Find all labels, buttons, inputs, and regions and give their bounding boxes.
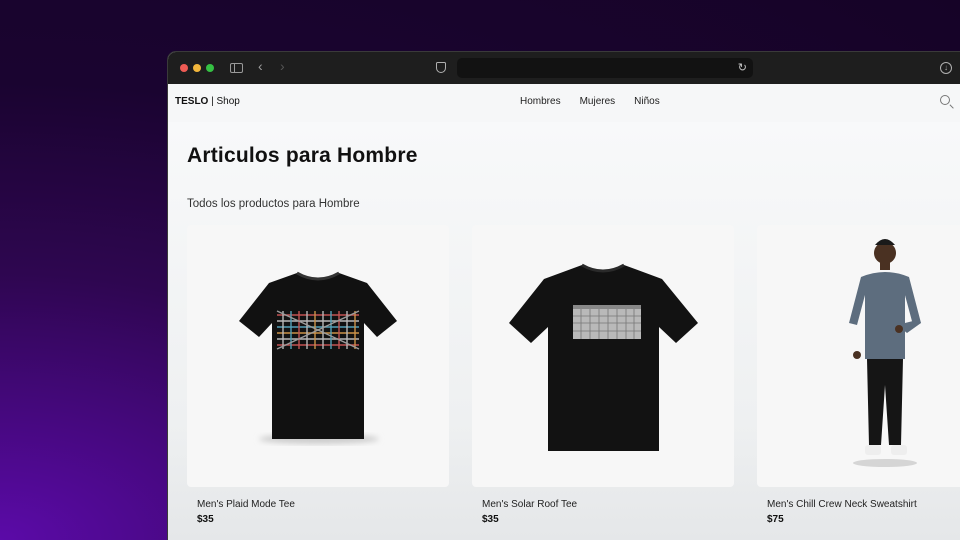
product-image[interactable] xyxy=(187,225,449,487)
main-content: Articulos para Hombre Todos los producto… xyxy=(168,122,960,540)
product-card[interactable]: Men's Plaid Mode Tee $35 xyxy=(187,225,449,525)
brand-logo[interactable]: TESLO | Shop xyxy=(175,96,240,107)
product-name[interactable]: Men's Plaid Mode Tee xyxy=(197,499,449,510)
product-image[interactable] xyxy=(472,225,734,487)
product-card[interactable]: Men's Chill Crew Neck Sweatshirt $75 xyxy=(757,225,960,525)
sidebar-toggle-icon[interactable] xyxy=(230,63,243,73)
download-icon[interactable]: ↓ xyxy=(940,62,952,74)
main-nav: Hombres Mujeres Niños xyxy=(520,96,660,107)
product-price: $35 xyxy=(197,514,214,525)
site-header: TESLO | Shop Hombres Mujeres Niños xyxy=(168,84,960,122)
product-price: $35 xyxy=(482,514,499,525)
chevron-left-icon[interactable]: ‹ xyxy=(258,59,263,73)
address-bar[interactable]: ↻ xyxy=(457,58,753,78)
minimize-window-button[interactable] xyxy=(193,64,201,72)
product-image[interactable] xyxy=(757,225,960,487)
maximize-window-button[interactable] xyxy=(206,64,214,72)
chevron-right-icon[interactable]: › xyxy=(280,59,285,73)
product-price: $75 xyxy=(767,514,784,525)
product-name[interactable]: Men's Solar Roof Tee xyxy=(482,499,734,510)
browser-window: ‹ › ↻ ↓ TESLO | Shop Hombres Mujeres Niñ… xyxy=(168,52,960,540)
search-icon[interactable] xyxy=(940,95,950,105)
brand-name: TESLO xyxy=(175,96,209,107)
nav-link-mujeres[interactable]: Mujeres xyxy=(580,96,616,107)
nav-link-hombres[interactable]: Hombres xyxy=(520,96,561,107)
reload-icon[interactable]: ↻ xyxy=(738,61,747,74)
close-window-button[interactable] xyxy=(180,64,188,72)
brand-suffix: | Shop xyxy=(211,96,240,107)
nav-link-ninos[interactable]: Niños xyxy=(634,96,660,107)
product-card[interactable]: Men's Solar Roof Tee $35 xyxy=(472,225,734,525)
product-name[interactable]: Men's Chill Crew Neck Sweatshirt xyxy=(767,499,960,510)
page-subtitle: Todos los productos para Hombre xyxy=(187,198,360,210)
browser-toolbar: ‹ › ↻ ↓ xyxy=(168,52,960,84)
page-title: Articulos para Hombre xyxy=(187,144,418,167)
shield-icon[interactable] xyxy=(436,62,446,73)
